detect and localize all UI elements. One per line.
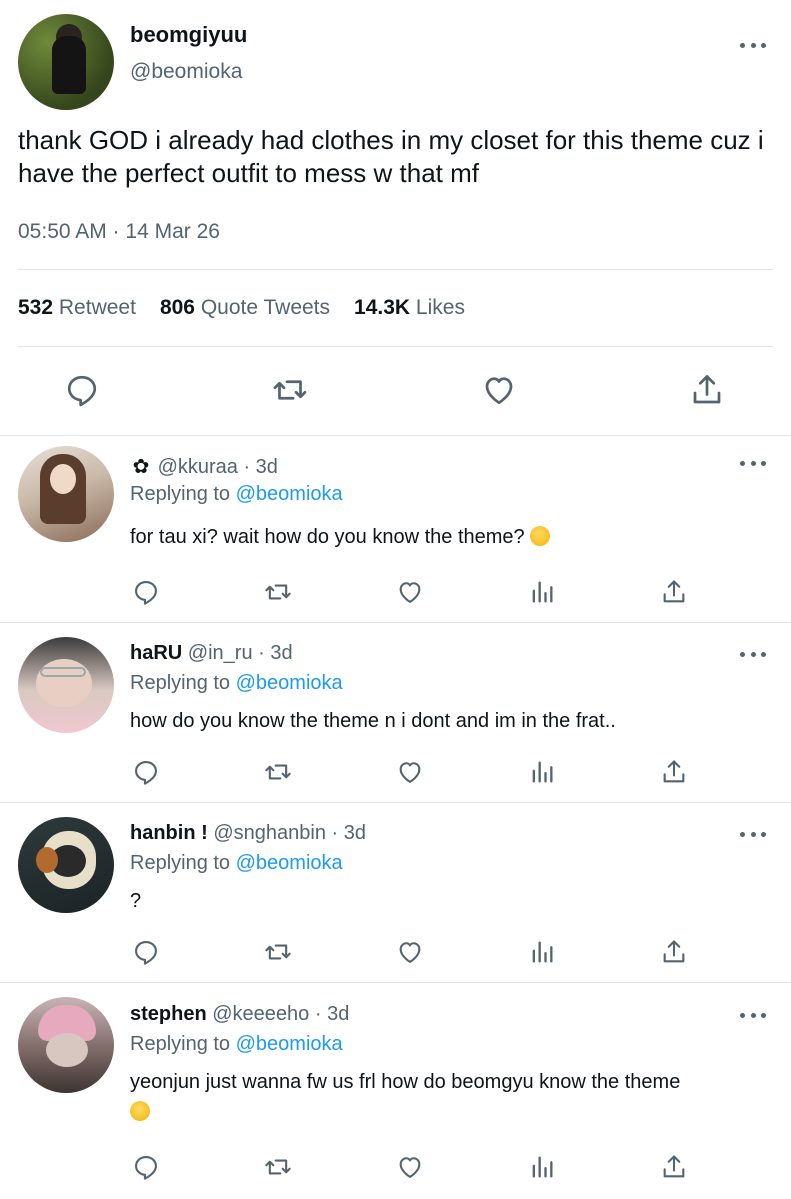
- quote-tweet-count[interactable]: 806 Quote Tweets: [160, 296, 330, 320]
- avatar[interactable]: [18, 446, 114, 542]
- reply-tweet[interactable]: stephen @keeeeho · 3d Replying to @beomi…: [0, 983, 791, 1199]
- mention-link[interactable]: @beomioka: [236, 1033, 343, 1055]
- avatar[interactable]: [18, 817, 114, 913]
- avatar[interactable]: [18, 637, 114, 733]
- heart-icon[interactable]: [481, 372, 517, 408]
- reply-tweet[interactable]: hanbin ! @snghanbin · 3d Replying to @be…: [0, 803, 791, 982]
- flower-emoji: ✿: [132, 456, 150, 478]
- mention-link[interactable]: @beomioka: [236, 483, 343, 505]
- reply-icon[interactable]: [132, 938, 160, 966]
- reply-age: · 3d: [258, 642, 293, 664]
- mention-link[interactable]: @beomioka: [236, 852, 343, 874]
- reply-text: for tau xi? wait how do you know the the…: [130, 522, 780, 552]
- share-icon[interactable]: [660, 938, 688, 966]
- analytics-icon[interactable]: [528, 758, 556, 786]
- reply-author-name[interactable]: haRU: [130, 642, 182, 664]
- tweet-timestamp[interactable]: 05:50 AM · 14 Mar 26: [18, 220, 220, 244]
- reply-icon[interactable]: [132, 1153, 160, 1181]
- more-icon[interactable]: [740, 832, 766, 838]
- avatar[interactable]: [18, 14, 114, 110]
- divider: [18, 346, 773, 347]
- retweet-count[interactable]: 532 Retweet: [18, 296, 136, 320]
- crying-face-emoji: [130, 1101, 150, 1121]
- reply-handle[interactable]: @keeeeho: [212, 1003, 309, 1025]
- share-icon[interactable]: [689, 372, 725, 408]
- reply-handle[interactable]: @kkuraa: [158, 456, 238, 478]
- avatar[interactable]: [18, 997, 114, 1093]
- main-tweet: beomgiyuu @beomioka thank GOD i already …: [0, 0, 791, 436]
- reply-tweet[interactable]: haRU @in_ru · 3d Replying to @beomioka h…: [0, 623, 791, 802]
- analytics-icon[interactable]: [528, 1153, 556, 1181]
- replying-to: Replying to @beomioka: [130, 483, 343, 505]
- reply-age: · 3d: [243, 456, 278, 478]
- divider: [18, 269, 773, 270]
- more-icon[interactable]: [740, 43, 766, 49]
- retweet-icon[interactable]: [272, 372, 308, 408]
- share-icon[interactable]: [660, 758, 688, 786]
- retweet-icon[interactable]: [264, 578, 292, 606]
- share-icon[interactable]: [660, 578, 688, 606]
- reply-icon[interactable]: [132, 758, 160, 786]
- author-handle[interactable]: @beomioka: [130, 60, 242, 84]
- more-icon[interactable]: [740, 1013, 766, 1019]
- reply-icon[interactable]: [64, 372, 100, 408]
- share-icon[interactable]: [660, 1153, 688, 1181]
- engagement-stats: 532 Retweet 806 Quote Tweets 14.3K Likes: [18, 296, 465, 320]
- retweet-icon[interactable]: [264, 1153, 292, 1181]
- reply-tweet[interactable]: ✿ @kkuraa · 3d Replying to @beomioka for…: [0, 436, 791, 622]
- reply-text: how do you know the theme n i dont and i…: [130, 710, 616, 732]
- heart-icon[interactable]: [396, 758, 424, 786]
- like-count[interactable]: 14.3K Likes: [354, 296, 465, 320]
- more-icon[interactable]: [740, 652, 766, 658]
- reply-text: ?: [130, 890, 142, 912]
- heart-icon[interactable]: [396, 578, 424, 606]
- analytics-icon[interactable]: [528, 578, 556, 606]
- reply-icon[interactable]: [132, 578, 160, 606]
- replying-to: Replying to @beomioka: [130, 672, 343, 694]
- author-name[interactable]: beomgiyuu: [130, 22, 247, 48]
- retweet-icon[interactable]: [264, 938, 292, 966]
- replying-to: Replying to @beomioka: [130, 852, 343, 874]
- melting-face-emoji: [530, 526, 551, 546]
- reply-text: yeonjun just wanna fw us frl how do beom…: [130, 1067, 780, 1127]
- mention-link[interactable]: @beomioka: [236, 672, 343, 694]
- more-icon[interactable]: [740, 461, 766, 467]
- tweet-text: thank GOD i already had clothes in my cl…: [18, 125, 764, 188]
- reply-handle[interactable]: @in_ru: [188, 642, 253, 664]
- reply-age: · 3d: [314, 1003, 350, 1025]
- retweet-icon[interactable]: [264, 758, 292, 786]
- reply-age: · 3d: [331, 822, 366, 844]
- reply-handle[interactable]: @snghanbin: [213, 822, 326, 844]
- heart-icon[interactable]: [396, 938, 424, 966]
- main-tweet-actions: [0, 372, 791, 412]
- heart-icon[interactable]: [396, 1153, 424, 1181]
- replying-to: Replying to @beomioka: [130, 1033, 343, 1055]
- analytics-icon[interactable]: [528, 938, 556, 966]
- reply-author-name[interactable]: stephen: [130, 1003, 207, 1025]
- reply-author-name[interactable]: hanbin !: [130, 822, 208, 844]
